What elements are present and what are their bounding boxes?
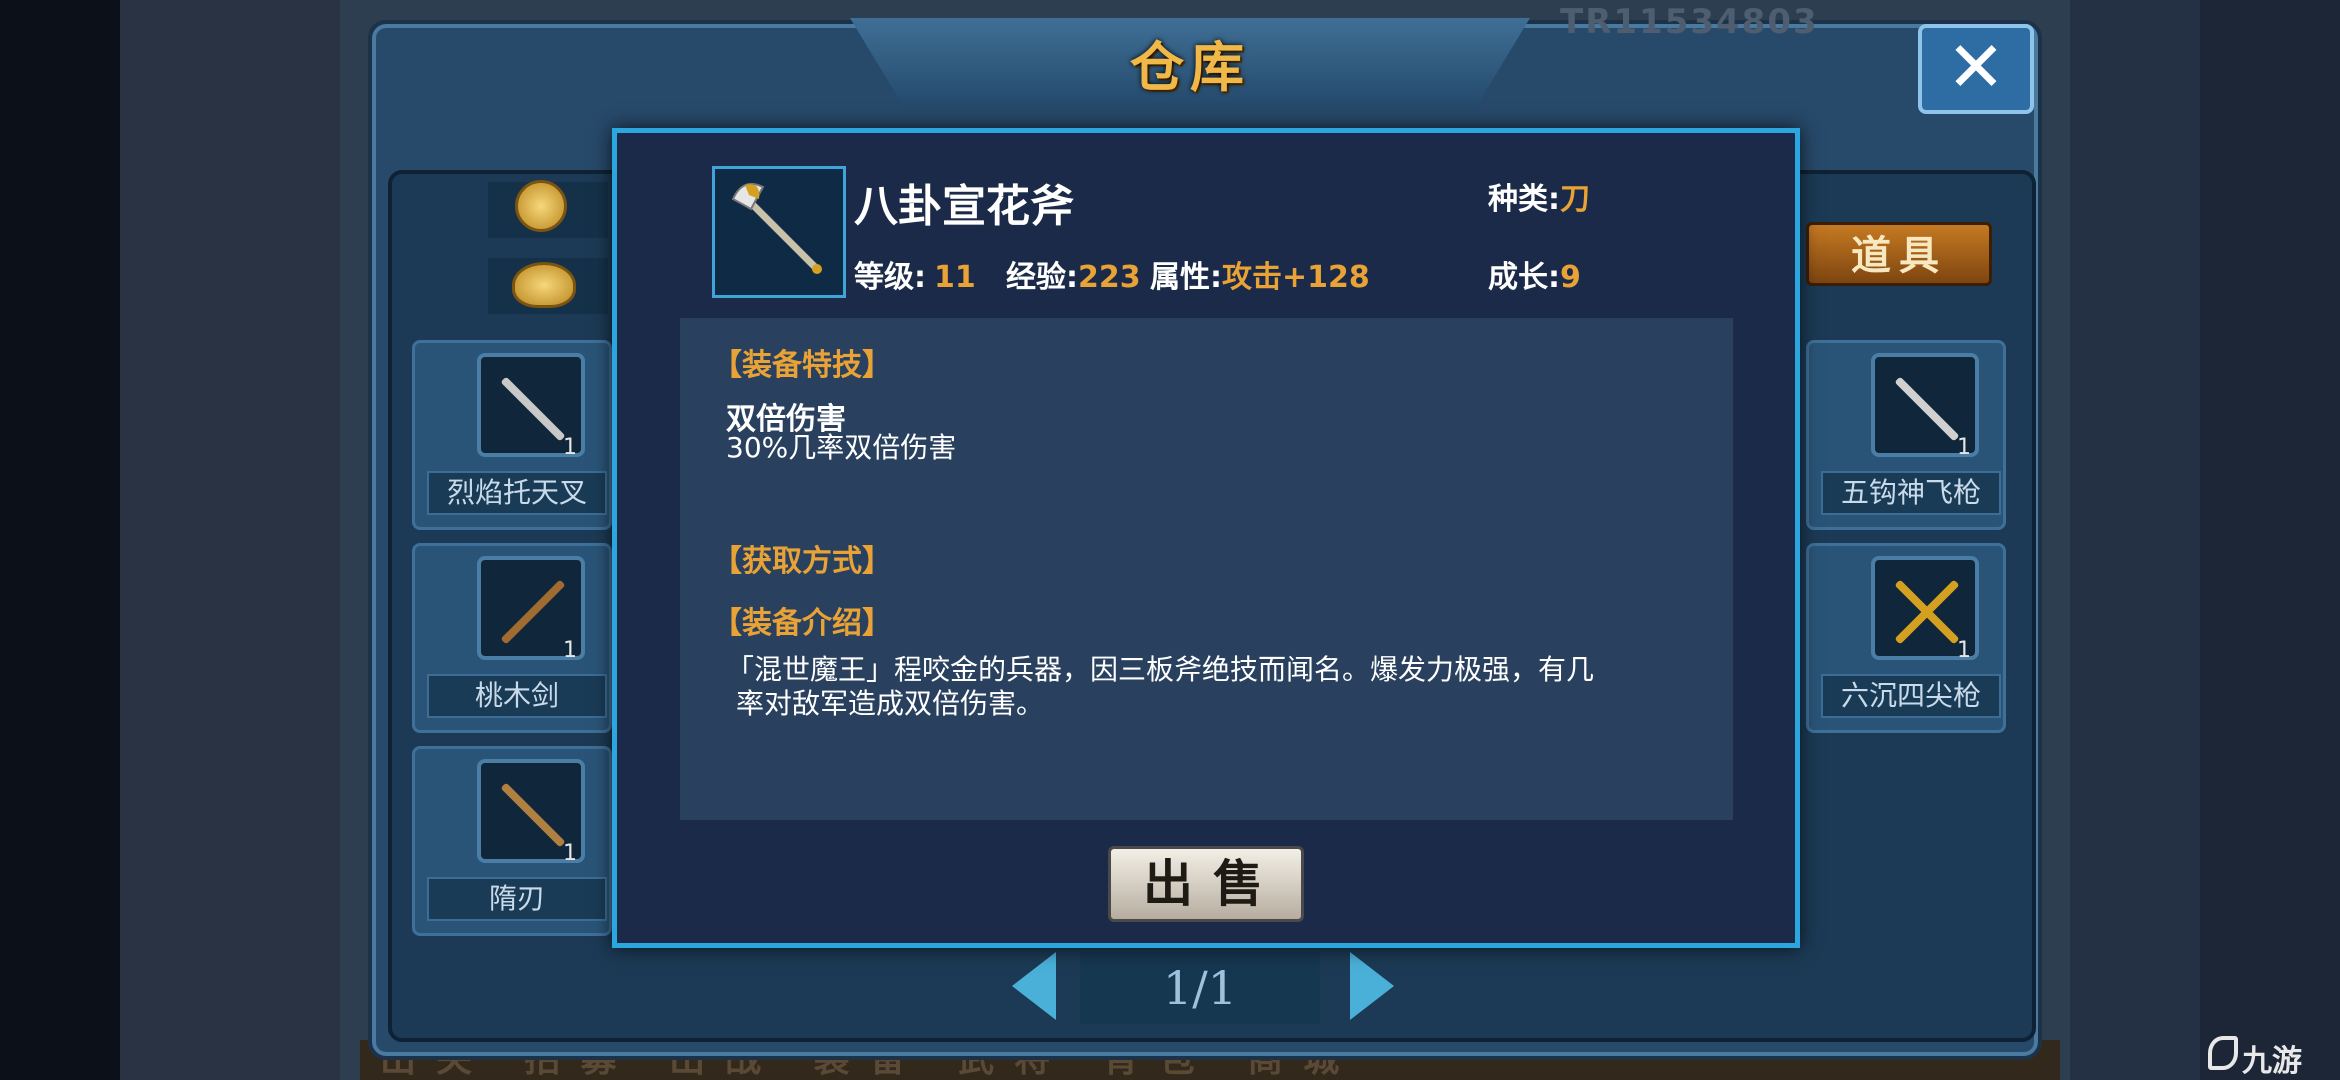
item-count: 1 [1957,435,1971,460]
watermark-text: 九游 [2242,1044,2302,1079]
stat-type: 种类:刀 [1488,174,1590,218]
stat-exp: 经验:223 [1006,252,1141,296]
stat-exp-value: 223 [1078,260,1141,295]
item-slot[interactable]: 1 五钩神飞枪 [1806,340,2006,530]
stat-growth-label: 成长: [1488,260,1560,295]
sell-button[interactable]: 出售 [1108,846,1304,922]
player-id: TR11534803 [1560,2,1819,42]
item-count: 1 [563,841,577,866]
stat-attr-label: 属性: [1150,260,1222,295]
stat-growth: 成长:9 [1488,252,1581,296]
watermark-logo-icon [2208,1036,2238,1070]
item-slot[interactable]: 1 隋刃 [412,746,612,936]
item-slot[interactable]: 1 六沉四尖枪 [1806,543,2006,733]
close-button[interactable]: ✕ [1918,24,2034,114]
source-section-title: 【获取方式】 [712,544,892,579]
backdrop-left [0,0,120,1080]
window-title: 仓库 [1130,36,1250,99]
prev-page-button[interactable] [1012,952,1056,1020]
item-name: 六沉四尖枪 [1821,674,2001,718]
page-indicator: 1/1 [1080,952,1320,1024]
battle-axe-icon [712,166,846,298]
item-slot[interactable]: 1 桃木剑 [412,543,612,733]
stat-attr: 属性:攻击+128 [1150,252,1370,296]
item-name: 烈焰托天叉 [427,471,607,515]
item-count: 1 [563,435,577,460]
skill-section-title: 【装备特技】 [712,348,892,383]
skill-description: 30%几率双倍伤害 [726,431,957,464]
item-name: 桃木剑 [427,674,607,718]
item-count: 1 [1957,638,1971,663]
intro-section-title: 【装备介绍】 [712,606,892,641]
item-name: 五钩神飞枪 [1821,471,2001,515]
stat-level-value: 11 [934,260,976,295]
intro-line-2: 率对敌军造成双倍伤害。 [736,687,1045,720]
item-name: 隋刃 [427,877,607,921]
backdrop-right [2200,0,2340,1080]
stat-exp-label: 经验: [1006,260,1078,295]
stat-level: 等级: 11 [854,252,976,296]
detail-item-name: 八卦宣花斧 [854,181,1074,232]
stat-type-label: 种类: [1488,182,1560,217]
item-slot[interactable]: 1 烈焰托天叉 [412,340,612,530]
copper-coin-icon [515,180,567,232]
stat-attr-value: 攻击+128 [1222,260,1370,295]
stat-type-value: 刀 [1560,182,1590,217]
gold-ingot-icon [512,262,576,308]
stat-growth-value: 9 [1560,260,1581,295]
backdrop-left-panel [120,0,360,1080]
next-page-button[interactable] [1350,952,1394,1020]
stat-level-label: 等级: [854,260,926,295]
item-count: 1 [563,638,577,663]
tab-items[interactable]: 道具 [1806,222,1992,286]
